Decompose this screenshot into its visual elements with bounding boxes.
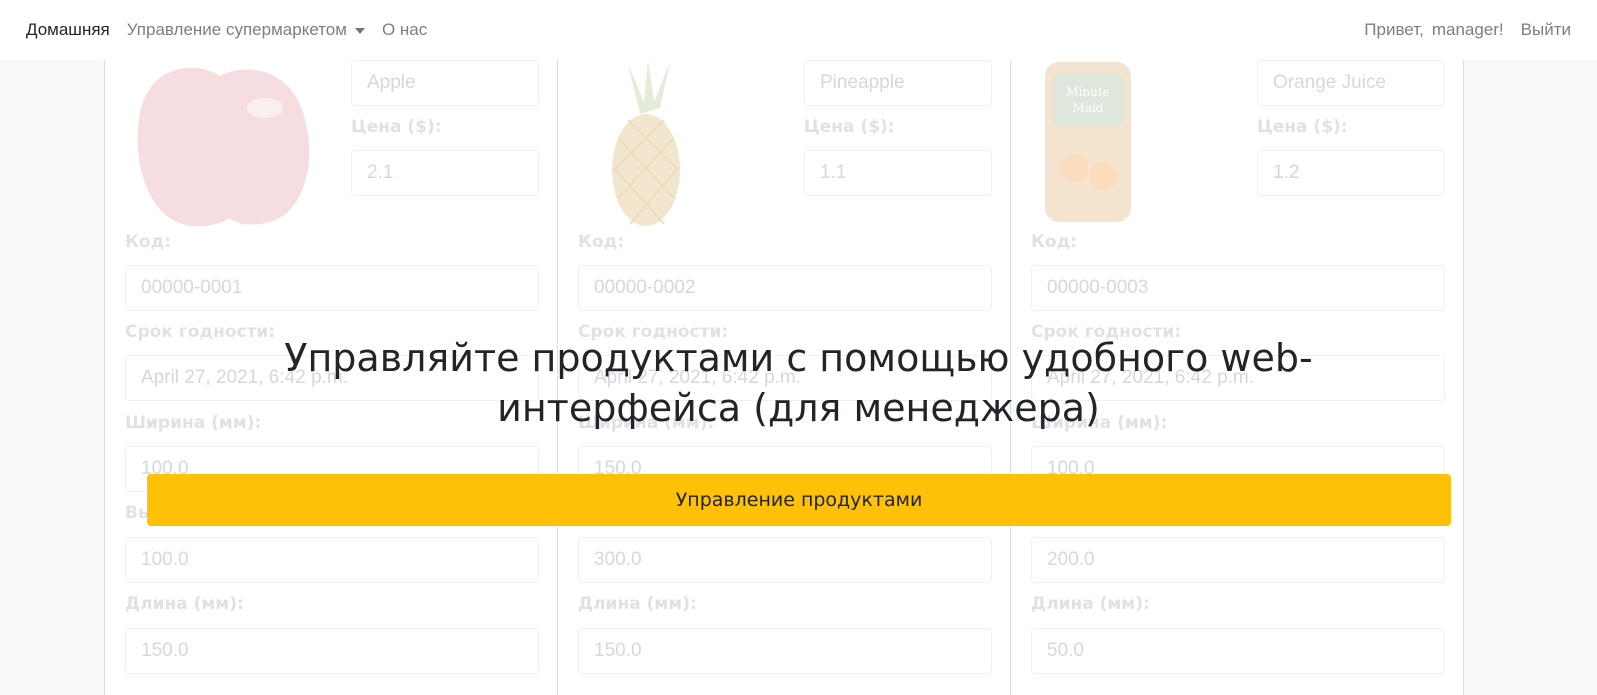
length-input[interactable]: 50.0 [1031, 628, 1445, 674]
price-label: Цена ($): [351, 117, 442, 137]
code-label: Код: [578, 232, 625, 252]
code-input[interactable]: 00000-0002 [578, 265, 992, 311]
nav-left: Домашняя Управление супермаркетом О нас [26, 20, 444, 40]
length-label: Длина (мм): [1031, 594, 1150, 614]
manage-products-button[interactable]: Управление продуктами [147, 474, 1451, 526]
user-greeting: Привет, manager! [1364, 20, 1503, 40]
svg-text:Maid: Maid [1073, 101, 1104, 115]
product-name-input[interactable]: Pineapple [804, 60, 992, 106]
length-label: Длина (мм): [578, 594, 697, 614]
height-input[interactable]: 200.0 [1031, 537, 1445, 583]
product-name-input[interactable]: Apple [351, 60, 539, 106]
pineapple-image [578, 58, 778, 228]
code-label: Код: [1031, 232, 1078, 252]
logout-link[interactable]: Выйти [1521, 20, 1571, 40]
price-input[interactable]: 2.1 [351, 150, 539, 196]
code-label: Код: [125, 232, 172, 252]
code-input[interactable]: 00000-0001 [125, 265, 539, 311]
price-input[interactable]: 1.1 [804, 150, 992, 196]
hero-title-line-1: Управляйте продуктами с помощью удобного… [284, 336, 1313, 380]
chevron-down-icon [354, 28, 365, 34]
length-label: Длина (мм): [125, 594, 244, 614]
nav-manage-dropdown[interactable]: Управление супермаркетом [127, 20, 365, 40]
greeting-text: Привет, [1364, 20, 1424, 39]
apple-image [125, 58, 325, 228]
height-input[interactable]: 300.0 [578, 537, 992, 583]
hero-title-line-2: интерфейса (для менеджера) [497, 386, 1100, 430]
orange-juice-image: Minute Maid [1031, 58, 1231, 228]
length-input[interactable]: 150.0 [578, 628, 992, 674]
product-name-input[interactable]: Orange Juice [1257, 60, 1445, 106]
price-label: Цена ($): [804, 117, 895, 137]
svg-text:Minute: Minute [1066, 85, 1110, 99]
hero-title: Управляйте продуктами с помощью удобного… [0, 333, 1597, 433]
height-input[interactable]: 100.0 [125, 537, 539, 583]
price-label: Цена ($): [1257, 117, 1348, 137]
nav-home-link[interactable]: Домашняя [26, 20, 110, 40]
nav-right: Привет, manager! Выйти [1347, 20, 1571, 40]
username: manager! [1431, 20, 1504, 39]
price-input[interactable]: 1.2 [1257, 150, 1445, 196]
nav-manage-label: Управление супермаркетом [126, 20, 347, 39]
navbar: Домашняя Управление супермаркетом О нас … [0, 0, 1597, 60]
nav-about-link[interactable]: О нас [382, 20, 427, 40]
code-input[interactable]: 00000-0003 [1031, 265, 1445, 311]
length-input[interactable]: 150.0 [125, 628, 539, 674]
